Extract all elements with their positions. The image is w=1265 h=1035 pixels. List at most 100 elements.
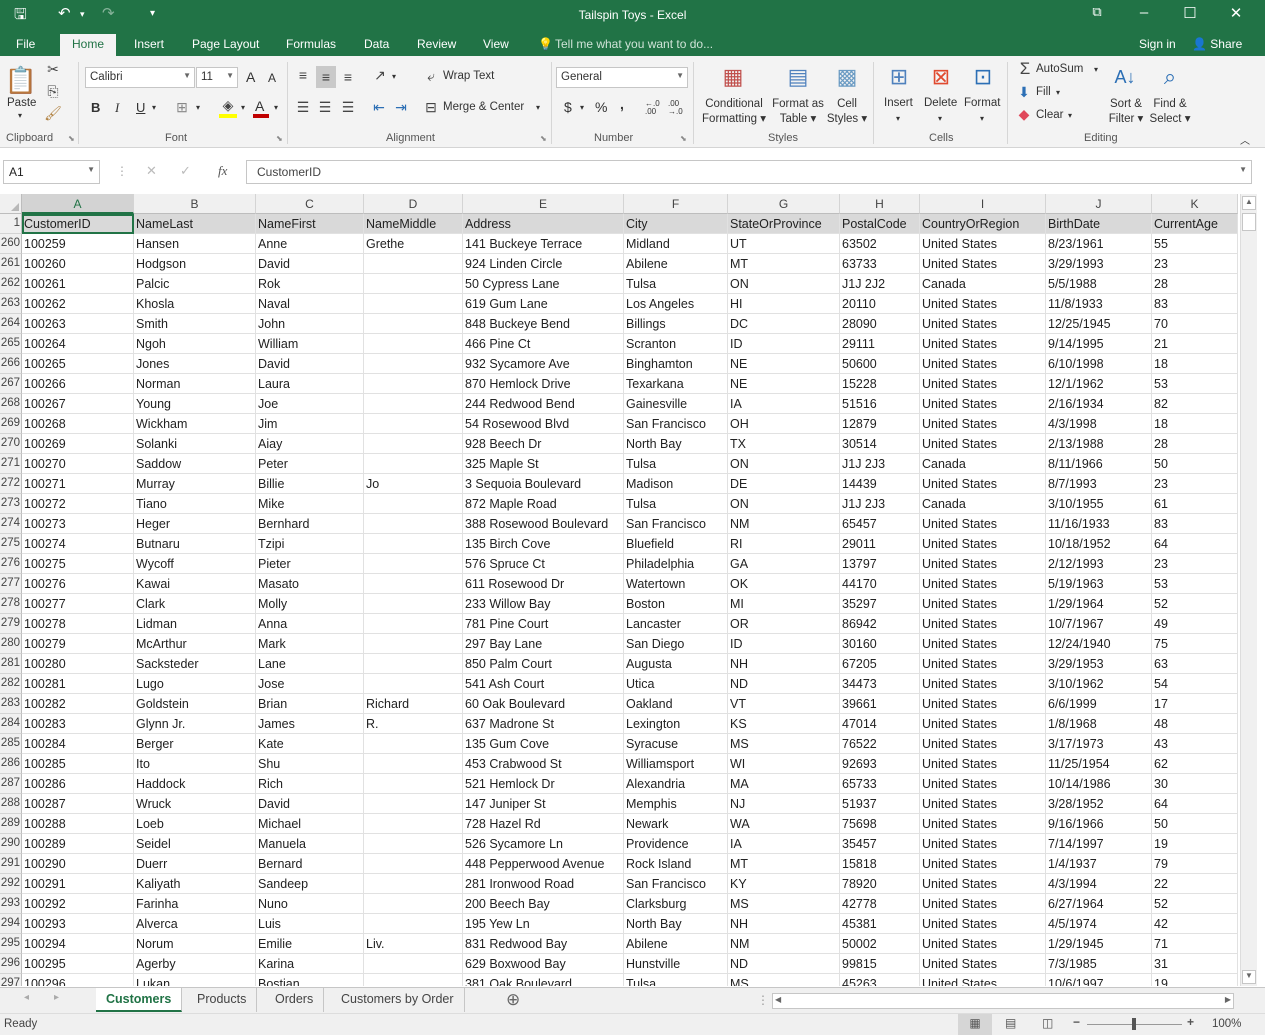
row-header[interactable]: 264 — [0, 314, 22, 334]
row-header[interactable]: 261 — [0, 254, 22, 274]
cell[interactable]: 381 Oak Boulevard — [463, 974, 624, 986]
zoom-slider-thumb[interactable] — [1132, 1018, 1136, 1030]
cell[interactable]: Manuela — [256, 834, 364, 854]
underline-dropdown-icon[interactable]: ▾ — [152, 103, 156, 112]
cell[interactable]: 11/8/1933 — [1046, 294, 1152, 314]
cell[interactable]: 100288 — [22, 814, 134, 834]
cell[interactable]: 30160 — [840, 634, 920, 654]
cell[interactable]: Augusta — [624, 654, 728, 674]
cell[interactable]: 870 Hemlock Drive — [463, 374, 624, 394]
cell[interactable] — [364, 314, 463, 334]
column-header-d[interactable]: D — [364, 194, 463, 214]
share-button[interactable]: 👤 Share — [1192, 34, 1242, 56]
cell[interactable]: Hodgson — [134, 254, 256, 274]
cell[interactable]: 100262 — [22, 294, 134, 314]
cell[interactable] — [364, 454, 463, 474]
number-format-select[interactable]: General ▼ — [556, 67, 688, 88]
cell[interactable]: Anne — [256, 234, 364, 254]
cell[interactable]: Heger — [134, 514, 256, 534]
cell[interactable]: MI — [728, 594, 840, 614]
sheet-tab-customers-by-order[interactable]: Customers by Order — [331, 988, 465, 1012]
cell[interactable]: Oakland — [624, 694, 728, 714]
cell[interactable]: UT — [728, 234, 840, 254]
cell[interactable] — [364, 534, 463, 554]
cell[interactable]: Hunstville — [624, 954, 728, 974]
cell[interactable]: 50 — [1152, 454, 1238, 474]
cell[interactable] — [364, 394, 463, 414]
cell[interactable]: 541 Ash Court — [463, 674, 624, 694]
cell[interactable]: 18 — [1152, 414, 1238, 434]
cell[interactable]: Young — [134, 394, 256, 414]
cell[interactable]: 47014 — [840, 714, 920, 734]
cell[interactable] — [364, 854, 463, 874]
cell[interactable]: John — [256, 314, 364, 334]
cell[interactable]: Wickham — [134, 414, 256, 434]
cell[interactable]: Jones — [134, 354, 256, 374]
header-cell[interactable]: PostalCode — [840, 214, 920, 234]
conditional-formatting-button[interactable]: Conditional Formatting ▾ — [702, 97, 766, 127]
cell[interactable]: 43 — [1152, 734, 1238, 754]
cell[interactable]: Bostian — [256, 974, 364, 986]
new-sheet-button[interactable]: ⊕ — [506, 990, 520, 1010]
cell[interactable]: 13797 — [840, 554, 920, 574]
cell[interactable]: DC — [728, 314, 840, 334]
cell[interactable]: MA — [728, 774, 840, 794]
cell[interactable]: William — [256, 334, 364, 354]
paste-button[interactable]: Paste — [7, 97, 36, 109]
cell[interactable]: 10/18/1952 — [1046, 534, 1152, 554]
cell[interactable]: Mark — [256, 634, 364, 654]
cell[interactable]: 86942 — [840, 614, 920, 634]
cell[interactable]: Pieter — [256, 554, 364, 574]
cell[interactable]: Shu — [256, 754, 364, 774]
cell[interactable]: United States — [920, 294, 1046, 314]
cell[interactable]: IA — [728, 394, 840, 414]
cell[interactable]: Jose — [256, 674, 364, 694]
align-left-icon[interactable]: ☰ — [294, 98, 312, 116]
cell[interactable]: Murray — [134, 474, 256, 494]
vertical-scroll-thumb[interactable] — [1242, 213, 1256, 231]
cell[interactable]: 35457 — [840, 834, 920, 854]
cell[interactable]: 18 — [1152, 354, 1238, 374]
cell[interactable]: Smith — [134, 314, 256, 334]
cell[interactable]: Berger — [134, 734, 256, 754]
cell[interactable]: 23 — [1152, 254, 1238, 274]
cell[interactable]: 10/14/1986 — [1046, 774, 1152, 794]
cell[interactable]: Watertown — [624, 574, 728, 594]
column-header-e[interactable]: E — [463, 194, 624, 214]
cancel-entry-icon[interactable]: ✕ — [146, 163, 157, 179]
cell[interactable] — [364, 354, 463, 374]
tell-me-search[interactable]: Tell me what you want to do... — [555, 34, 713, 56]
row-header[interactable]: 279 — [0, 614, 22, 634]
page-layout-view-icon[interactable]: ▤ — [1005, 1016, 1016, 1030]
cell[interactable]: Sandeep — [256, 874, 364, 894]
cell[interactable]: Kaliyath — [134, 874, 256, 894]
cell[interactable]: Gainesville — [624, 394, 728, 414]
cell[interactable]: 100294 — [22, 934, 134, 954]
maximize-button[interactable]: ☐ — [1175, 4, 1205, 22]
cell[interactable]: ID — [728, 334, 840, 354]
cell[interactable]: 17 — [1152, 694, 1238, 714]
cell[interactable]: Kate — [256, 734, 364, 754]
cell[interactable]: 5/5/1988 — [1046, 274, 1152, 294]
top-align-icon[interactable]: ≡ — [294, 66, 312, 84]
italic-button[interactable]: I — [115, 100, 119, 116]
cell[interactable] — [364, 634, 463, 654]
cell[interactable] — [364, 654, 463, 674]
cell[interactable]: ND — [728, 954, 840, 974]
cell[interactable]: 135 Gum Cove — [463, 734, 624, 754]
cell[interactable]: 12/24/1940 — [1046, 634, 1152, 654]
cell[interactable]: Michael — [256, 814, 364, 834]
tab-formulas[interactable]: Formulas — [286, 34, 336, 56]
cell[interactable] — [364, 734, 463, 754]
cell[interactable]: NE — [728, 374, 840, 394]
cell[interactable]: OK — [728, 574, 840, 594]
cell[interactable]: Tiano — [134, 494, 256, 514]
cell[interactable]: 30514 — [840, 434, 920, 454]
cell[interactable]: Brian — [256, 694, 364, 714]
cell[interactable]: United States — [920, 254, 1046, 274]
cell[interactable]: 64 — [1152, 794, 1238, 814]
cell[interactable]: 466 Pine Ct — [463, 334, 624, 354]
cell[interactable]: 9/16/1966 — [1046, 814, 1152, 834]
cell[interactable]: 54 Rosewood Blvd — [463, 414, 624, 434]
cell[interactable]: 100286 — [22, 774, 134, 794]
